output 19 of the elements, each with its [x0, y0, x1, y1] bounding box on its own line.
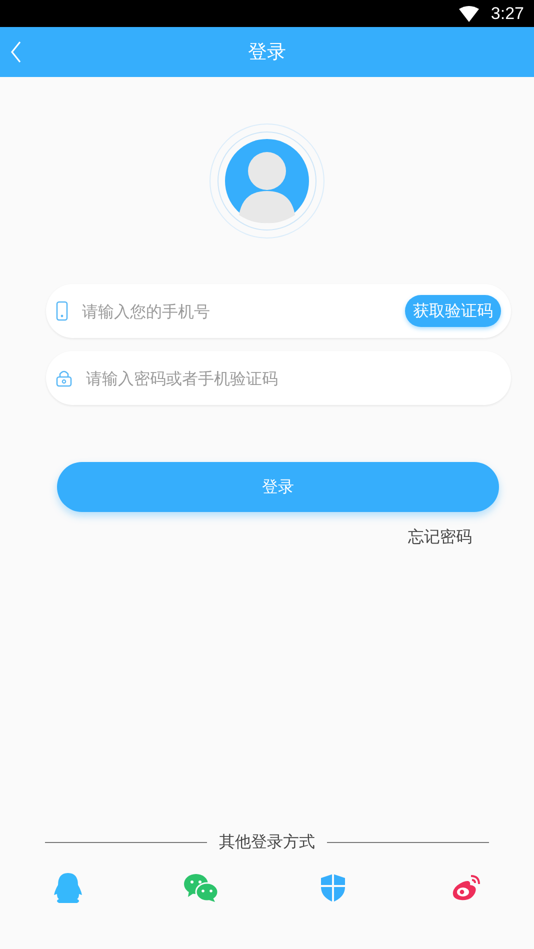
- shield-icon[interactable]: [320, 873, 346, 903]
- chat-bubbles-icon[interactable]: [182, 873, 219, 903]
- phone-input[interactable]: 请输入您的手机号: [80, 300, 393, 322]
- avatar-icon: [209, 123, 325, 239]
- get-code-button[interactable]: 获取验证码: [405, 295, 501, 327]
- login-button[interactable]: 登录: [57, 462, 499, 512]
- page-title: 登录: [248, 40, 286, 65]
- penguin-icon[interactable]: [53, 872, 83, 904]
- password-input[interactable]: 请输入密码或者手机验证码: [84, 368, 501, 388]
- other-login-label: 其他登录方式: [219, 832, 315, 853]
- back-icon[interactable]: [10, 41, 22, 63]
- phone-field[interactable]: 请输入您的手机号 获取验证码: [46, 284, 511, 338]
- wifi-icon: [458, 6, 479, 22]
- status-time: 3:27: [490, 4, 524, 24]
- lock-icon: [56, 369, 72, 387]
- forgot-password-link[interactable]: 忘记密码: [408, 527, 472, 548]
- phone-icon: [56, 301, 68, 321]
- weibo-icon[interactable]: [450, 874, 481, 902]
- password-field[interactable]: 请输入密码或者手机验证码: [46, 351, 511, 405]
